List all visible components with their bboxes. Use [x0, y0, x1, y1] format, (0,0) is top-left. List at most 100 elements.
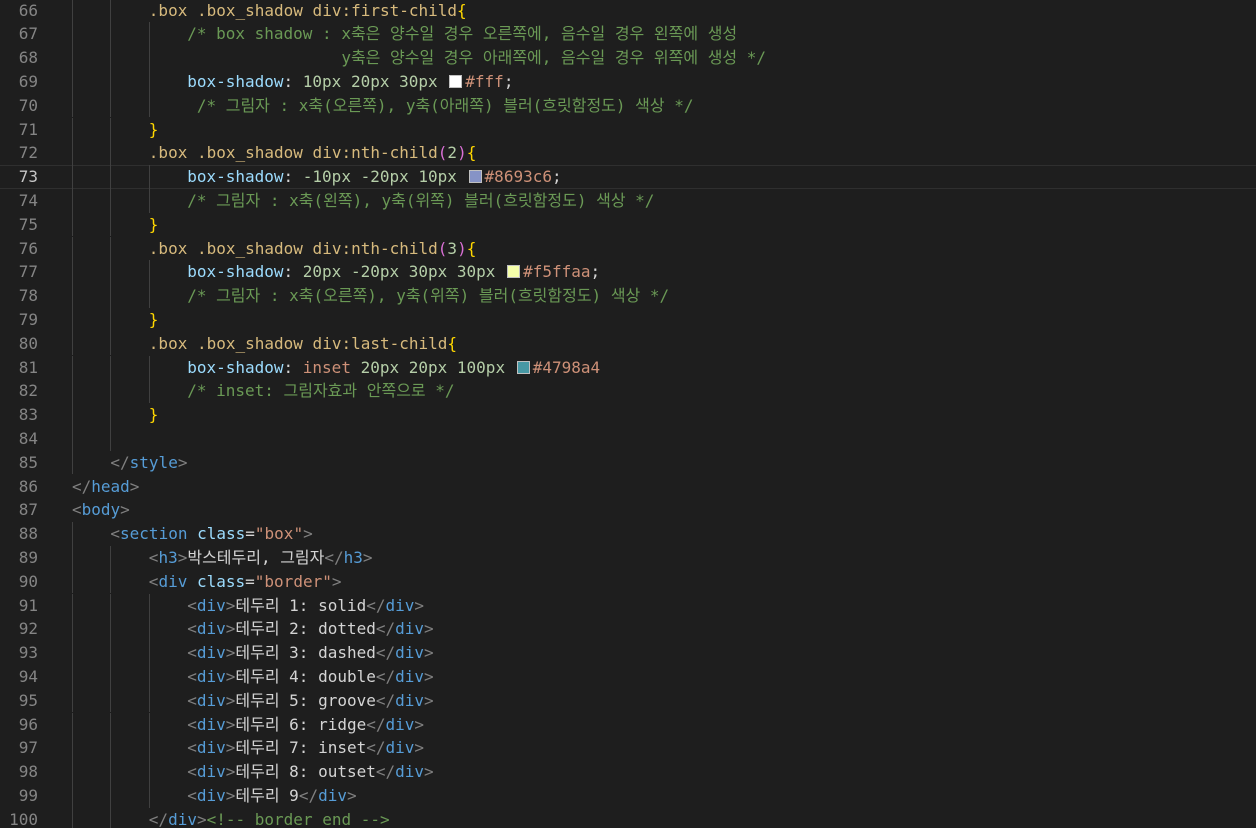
color-swatch-icon[interactable] — [468, 170, 482, 184]
code-line[interactable]: 98 <div>테두리 8: outset</div> — [0, 760, 1256, 784]
color-swatch-icon[interactable] — [449, 74, 463, 88]
indent-guide — [110, 260, 112, 285]
code-text: <div class="border"> — [149, 570, 342, 594]
code-token: = — [245, 524, 255, 544]
code-line[interactable]: 99 <div>테두리 9</div> — [0, 783, 1256, 808]
code-line[interactable]: 90 <div class="border"> — [0, 569, 1256, 594]
code-token: div — [196, 762, 226, 782]
code-line[interactable]: 78 /* 그림자 : x축(오른쪽), y축(위쪽) 블러(흐릿함정도) 색상 … — [0, 284, 1256, 308]
indent-guide — [72, 712, 73, 737]
line-number: 75 — [18, 214, 38, 234]
indent-guide — [110, 69, 112, 94]
indent-guide — [110, 545, 112, 570]
code-line[interactable]: 77 box-shadow: 20px -20px 30px 30px #f5ff… — [0, 260, 1256, 285]
code-line[interactable]: 69 box-shadow: 10px 20px 30px #fff; — [0, 69, 1256, 94]
code-token: head — [91, 476, 130, 496]
code-line[interactable]: 81 box-shadow: inset 20px 20px 100px #479… — [0, 355, 1256, 380]
code-line[interactable]: 72 .box .box_shadow div:nth-child(2){ — [0, 141, 1256, 166]
code-line[interactable]: 89 <h3>박스테두리, 그림자</h3> — [0, 545, 1256, 570]
code-token: .box .box_shadow div:nth-child — [148, 238, 438, 258]
code-token: 3 — [447, 238, 458, 258]
code-text: </div><!-- border end --> — [149, 808, 390, 828]
code-line[interactable]: 73 box-shadow: -10px -20px 10px #8693c6; — [0, 165, 1256, 189]
code-line[interactable]: 95 <div>테두리 5: groove</div> — [0, 688, 1256, 713]
indent-guide — [110, 284, 112, 308]
code-line[interactable]: 100 </div><!-- border end --> — [0, 807, 1256, 828]
code-token: 테두리 9 — [235, 785, 299, 805]
code-token: #8693c6 — [484, 167, 552, 187]
code-text: } — [149, 308, 159, 332]
code-token: ( — [437, 143, 448, 163]
code-token: < — [187, 643, 197, 663]
code-token: div — [196, 785, 226, 805]
code-token: < — [187, 785, 197, 805]
code-line[interactable]: 82 /* inset: 그림자효과 안쪽으로 */ — [0, 379, 1256, 404]
code-token: 테두리 4: double — [235, 666, 376, 686]
indent-guide — [148, 712, 150, 737]
indent-guide — [110, 22, 112, 47]
line-number: 88 — [18, 524, 38, 544]
code-token: < — [187, 619, 197, 639]
code-token: body — [81, 500, 121, 520]
code-line[interactable]: 83} — [0, 403, 1256, 427]
indent-guide — [110, 93, 112, 118]
code-token: div — [196, 690, 226, 710]
indent-guide — [148, 69, 150, 94]
indent-guide — [148, 355, 150, 380]
code-token: box-shadow — [187, 357, 284, 377]
code-token: > — [424, 666, 434, 686]
indent-guide — [72, 236, 73, 261]
code-line[interactable]: 84 — [0, 426, 1256, 451]
code-line[interactable]: 96 <div>테두리 6: ridge</div> — [0, 712, 1256, 737]
color-swatch-icon[interactable] — [507, 265, 521, 279]
indent-guide — [72, 403, 73, 427]
code-line[interactable]: 87 <body> — [0, 498, 1256, 522]
code-token: } — [148, 309, 159, 329]
code-token: > — [225, 714, 236, 734]
code-line[interactable]: 94 <div>테두리 4: double</div> — [0, 664, 1256, 689]
indent-guide — [110, 0, 112, 23]
code-line[interactable]: 92 <div>테두리 2: dotted</div> — [0, 617, 1256, 642]
code-token: 20px 20px 100px — [360, 357, 515, 377]
line-number: 81 — [18, 357, 38, 377]
code-text: <section class="box"> — [110, 522, 312, 546]
line-number: 89 — [18, 547, 38, 567]
code-token: < — [110, 524, 121, 544]
code-token: < — [187, 690, 197, 710]
code-token: { — [447, 333, 458, 353]
code-line[interactable]: 75} — [0, 212, 1256, 237]
code-token: </ — [298, 785, 319, 805]
code-line[interactable]: 79} — [0, 307, 1256, 332]
code-line[interactable]: 67 /* box shadow : x축은 양수일 경우 오른쪽에, 음수일 경… — [0, 22, 1256, 47]
code-line[interactable]: 71} — [0, 117, 1256, 142]
code-token: < — [187, 595, 197, 615]
code-line[interactable]: 70 /* 그림자 : x축(오른쪽), y축(아래쪽) 블러(흐릿함정도) 색… — [0, 93, 1256, 118]
code-token: div — [385, 714, 415, 734]
indent-guide — [148, 22, 150, 47]
code-token: > — [225, 666, 236, 686]
code-line[interactable]: 66 .box .box_shadow div:first-child{ — [0, 0, 1256, 23]
code-line[interactable]: 68 y축은 양수일 경우 아래쪽에, 음수일 경우 위쪽에 생성 */ — [0, 46, 1256, 70]
code-token: > — [414, 738, 425, 758]
code-line[interactable]: 93 <div>테두리 3: dashed</div> — [0, 641, 1256, 665]
code-text: <div>테두리 2: dotted</div> — [187, 617, 434, 641]
indent-guide — [72, 593, 73, 618]
code-line[interactable]: 80 .box .box_shadow div:last-child{ — [0, 331, 1256, 356]
indent-guide — [72, 307, 73, 332]
code-line[interactable]: 88 <section class="box"> — [0, 522, 1256, 546]
code-line[interactable]: 76 .box .box_shadow div:nth-child(3){ — [0, 236, 1256, 261]
code-line[interactable]: 85 </style> — [0, 450, 1256, 475]
code-token: h3 — [343, 547, 363, 567]
code-line[interactable]: 97 <div>테두리 7: inset</div> — [0, 736, 1256, 761]
indent-guide — [110, 236, 112, 261]
code-token: -10px -20px 10px — [302, 167, 467, 187]
color-swatch-icon[interactable] — [516, 360, 530, 374]
indent-guide — [110, 355, 112, 380]
code-line[interactable]: 74 /* 그림자 : x축(왼쪽), y축(위쪽) 블러(흐릿함정도) 색상 *… — [0, 188, 1256, 213]
code-line[interactable]: 91 <div>테두리 1: solid</div> — [0, 593, 1256, 618]
indent-guide — [148, 664, 150, 689]
code-token: 2 — [447, 143, 458, 163]
code-line[interactable]: 86 </head> — [0, 475, 1256, 499]
code-token: { — [466, 238, 477, 258]
code-editor[interactable]: 66 .box .box_shadow div:first-child{67/* … — [0, 0, 1256, 828]
